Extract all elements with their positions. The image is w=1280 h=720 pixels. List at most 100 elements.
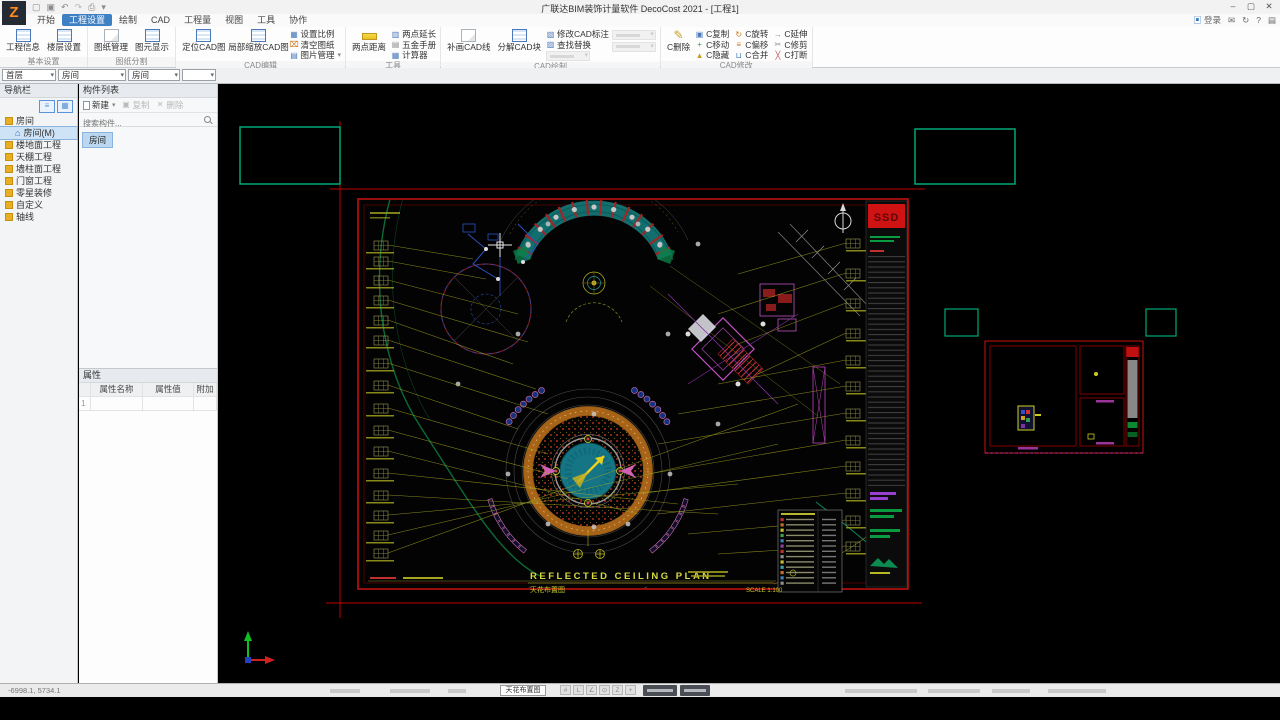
properties-panel-title: 属性 — [79, 369, 217, 383]
current-drawing-indicator[interactable]: 天花布置图 — [500, 685, 546, 696]
refresh-icon[interactable]: ↻ — [1242, 14, 1249, 27]
drawing-manage-button[interactable]: 图纸管理 — [92, 28, 130, 53]
tab-cad[interactable]: CAD — [144, 14, 177, 26]
cursor-coordinates: -6998.1, 5734.1 — [8, 686, 61, 695]
two-point-distance-button[interactable]: 两点距离 — [350, 28, 388, 53]
title-block: SSD — [865, 200, 908, 588]
main-sheet[interactable]: SSD REFLECTED CEILING PLAN 天花布置图 SCALE 1… — [328, 142, 909, 666]
locate-cad-button[interactable]: 定位CAD图 — [180, 28, 227, 53]
tab-view[interactable]: 视图 — [218, 14, 250, 26]
tab-collaborate[interactable]: 协作 — [282, 14, 314, 26]
tab-start[interactable]: 开始 — [30, 14, 62, 26]
floor-select[interactable]: 首层 — [2, 69, 56, 81]
nav-item-door-window-works[interactable]: 门窗工程 — [0, 175, 77, 187]
component-item-room[interactable]: 房间 — [81, 132, 114, 148]
sheet-title-cn: 天花布置图 — [530, 585, 565, 594]
help-icon[interactable]: ? — [1256, 14, 1261, 27]
grid-toggle[interactable]: # — [560, 685, 571, 695]
nav-item-wall-works[interactable]: 墙柱面工程 — [0, 163, 77, 175]
ssd-logo-text: SSD — [874, 212, 900, 224]
osnap-toggle[interactable]: ⊙ — [599, 685, 610, 695]
folder-icon — [5, 117, 13, 125]
c-offset-button[interactable]: ≡ C偏移 — [734, 40, 768, 50]
tab-quantity[interactable]: 工程量 — [177, 14, 218, 26]
component-select[interactable]: 房间 — [128, 69, 180, 81]
panel-icon[interactable]: ▤ — [1268, 14, 1276, 27]
category-icon — [5, 177, 13, 185]
c-extend-button[interactable]: → C延伸 — [773, 30, 808, 39]
patch-cad-line-button[interactable]: 补画CAD线 — [445, 28, 492, 53]
nav-view-toggles: ≡ ▦ — [0, 98, 77, 113]
c-copy-button[interactable]: ▣ C复制 — [695, 30, 729, 39]
tab-tools[interactable]: 工具 — [250, 14, 282, 26]
project-info-button[interactable]: 工程信息 — [4, 28, 42, 53]
new-component-button[interactable]: 新建 — [83, 100, 116, 110]
nav-item-room-group[interactable]: 房间 — [0, 115, 77, 127]
view-control-button[interactable] — [643, 685, 677, 696]
maximize-button[interactable]: ▢ — [1242, 0, 1260, 12]
find-replace-button[interactable]: ▨ 查找替换 — [546, 40, 609, 50]
zoom-cad-button[interactable]: 局部缩放CAD图 — [228, 28, 289, 53]
two-point-extend-button[interactable]: ▥ 两点延长 — [391, 30, 436, 39]
explode-cad-block-button[interactable]: 分解CAD块 — [496, 28, 543, 53]
status-text — [448, 689, 466, 693]
message-icon[interactable]: ✉ — [1228, 14, 1235, 27]
copy-component-button[interactable]: ▣ 复制 — [122, 100, 149, 110]
c-delete-button[interactable]: ✎ C删除 — [665, 28, 692, 53]
minimize-button[interactable]: – — [1224, 0, 1242, 12]
property-row[interactable]: 1 — [79, 397, 217, 411]
ortho-toggle[interactable]: L — [573, 685, 584, 695]
nav-item-room-m[interactable]: ⌂ 房间(M) — [0, 126, 78, 140]
component-list-panel: 构件列表 新建 ▣复制 ✕删除 房间 — [79, 84, 218, 368]
nav-item-floor-works[interactable]: 楼地面工程 — [0, 139, 77, 151]
delete-component-button[interactable]: ✕ 删除 — [156, 100, 184, 110]
calculator-button[interactable]: ▦ 计算器 — [391, 51, 436, 60]
page-pencil-icon — [461, 29, 477, 42]
image-manage-button[interactable]: ▤ 图片管理 — [290, 51, 342, 60]
c-move-button[interactable]: + C移动 — [695, 40, 729, 50]
close-button[interactable]: ✕ — [1260, 0, 1278, 12]
c-merge-button[interactable]: ⊔ C合并 — [734, 51, 769, 60]
tile-view-icon[interactable]: ▦ — [57, 100, 73, 113]
new-page-icon — [83, 100, 90, 110]
tab-project-settings[interactable]: 工程设置 — [62, 14, 113, 26]
snap-toggle[interactable]: + — [625, 685, 636, 695]
search-icon: ▨ — [546, 40, 555, 49]
c-break-button[interactable]: ╳ C打断 — [773, 51, 807, 60]
window-controls: – ▢ ✕ — [1224, 0, 1278, 12]
nav-item-misc-decoration[interactable]: 零星装修 — [0, 187, 77, 199]
c-trim-button[interactable]: ✂ C修剪 — [773, 40, 808, 50]
secondary-sheet[interactable] — [984, 340, 1144, 454]
nav-item-ceiling-works[interactable]: 天棚工程 — [0, 151, 77, 163]
set-scale-button[interactable]: ▦ 设置比例 — [290, 30, 342, 39]
hardware-manual-button[interactable]: ▤ 五金手册 — [391, 40, 436, 50]
properties-panel: 属性 属性名称 属性值 附加 1 — [79, 368, 218, 683]
category-select[interactable]: 房间 — [58, 69, 126, 81]
element-display-button[interactable]: 图元显示 — [133, 28, 171, 53]
tab-draw[interactable]: 绘制 — [112, 14, 144, 26]
trim-icon: ✂ — [774, 40, 782, 49]
magnifier-icon — [204, 116, 211, 123]
c-hide-button[interactable]: ▲ C隐藏 — [695, 51, 730, 60]
clear-drawing-button[interactable]: ⌧ 清空图纸 — [290, 40, 342, 50]
empty-select[interactable] — [182, 69, 216, 81]
login-button[interactable]: ▣ 登录 — [1193, 14, 1221, 27]
group-basic-settings: 工程信息 楼层设置 基本设置 — [0, 27, 89, 67]
layer-control-button[interactable] — [680, 685, 710, 696]
break-icon: ╳ — [775, 50, 781, 60]
search-input[interactable] — [79, 118, 198, 128]
dyn-toggle[interactable]: Z — [612, 685, 623, 695]
list-view-icon[interactable]: ≡ — [39, 100, 55, 113]
calculator-icon: ▦ — [391, 50, 400, 60]
page-icon — [103, 29, 119, 42]
nav-item-axis[interactable]: 轴线 — [0, 211, 77, 223]
c-rotate-button[interactable]: ↻ C旋转 — [734, 30, 768, 39]
group-cad-draw: 补画CAD线 分解CAD块 ▧修改CAD标注 ▨查找替换 CAD绘制 — [441, 27, 661, 72]
polar-toggle[interactable]: ∠ — [586, 685, 597, 695]
dim-icon: ▧ — [546, 29, 555, 39]
floor-settings-button[interactable]: 楼层设置 — [45, 28, 83, 53]
modify-cad-dim-button[interactable]: ▧ 修改CAD标注 — [546, 30, 609, 39]
cad-viewport[interactable]: SSD REFLECTED CEILING PLAN 天花布置图 SCALE 1… — [218, 84, 1280, 683]
nav-item-custom[interactable]: 自定义 — [0, 199, 77, 211]
group-cad-modify: ✎ C删除 ▣ C复制 ↻ C旋转 → C延伸 + C移动 ≡ C偏移 ✂ C修剪 ▲ C隐藏 … — [660, 27, 813, 71]
